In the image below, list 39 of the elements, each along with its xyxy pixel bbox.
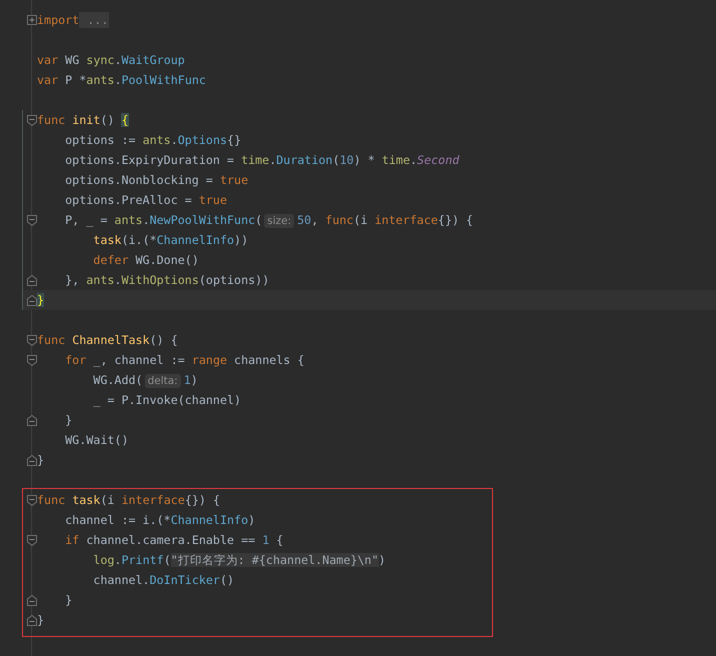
code-line: for _, channel := range channels { (64, 352, 304, 369)
code-line: var P *ants.PoolWithFunc (37, 72, 206, 89)
fold-icon[interactable] (27, 214, 37, 226)
fold-icon[interactable] (27, 274, 37, 286)
code-line: channel := i.(*ChannelInfo) (64, 512, 256, 529)
fold-icon[interactable] (27, 494, 37, 506)
code-line: defer WG.Done() (92, 252, 199, 269)
code-line: P, _ = ants.NewPoolWithFunc( size: 50, func(i interface{}) { (64, 212, 474, 230)
fold-icon[interactable] (27, 114, 37, 126)
code-line: options := ants.Options{} (64, 132, 242, 149)
expand-icon[interactable] (27, 14, 37, 26)
code-line: } (37, 452, 44, 469)
code-line: WG.Wait() (64, 432, 128, 449)
fold-icon[interactable] (27, 354, 37, 366)
code-line: if channel.camera.Enable == 1 { (64, 532, 284, 549)
code-line: options.ExpiryDuration = time.Duration(10) * time.Second (64, 152, 460, 169)
code-line: task(i.(*ChannelInfo)) (92, 232, 248, 249)
code-line: } (37, 612, 44, 629)
code-line: WG.Add( delta: 1) (92, 372, 198, 390)
code-line: options.Nonblocking = true (64, 172, 248, 189)
fold-icon[interactable] (27, 454, 37, 466)
fold-icon[interactable] (27, 594, 37, 606)
code-line: func init() { (37, 112, 129, 129)
code-line: func ChannelTask() { (37, 332, 178, 349)
fold-icon[interactable] (27, 334, 37, 346)
code-line: _ = P.Invoke(channel) (92, 392, 242, 409)
code-line: options.PreAlloc = true (64, 192, 227, 209)
fold-icon[interactable] (27, 614, 37, 626)
fold-icon[interactable] (27, 534, 37, 546)
code-line: channel.DoInTicker() (92, 572, 234, 589)
code-line: var WG sync.WaitGroup (37, 52, 185, 69)
code-line: }, ants.WithOptions(options)) (64, 272, 270, 289)
fold-icon[interactable] (27, 294, 37, 306)
code-line: import ... (37, 11, 110, 30)
code-line: } (64, 412, 72, 429)
code-line: log.Printf("打印名字为: #{channel.Name}\n") (92, 552, 386, 569)
code-line: } (64, 592, 72, 609)
code-line: func task(i interface{}) { (37, 492, 220, 509)
fold-icon[interactable] (27, 414, 37, 426)
